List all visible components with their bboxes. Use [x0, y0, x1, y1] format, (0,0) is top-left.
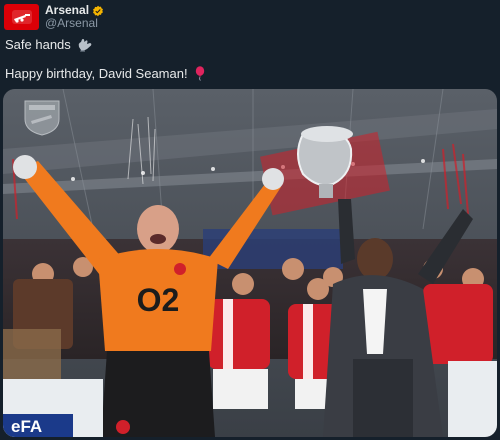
- tweet: Arsenal @Arsenal Safe hands Happy birthd…: [0, 0, 500, 440]
- tweet-text-birthday: Happy birthday, David Seaman!: [5, 66, 188, 81]
- account-names: Arsenal @Arsenal: [45, 4, 104, 30]
- handle[interactable]: @Arsenal: [45, 17, 104, 30]
- tweet-text-line-1: Safe hands: [5, 37, 93, 52]
- celebration-photo: O2 eFA: [3, 89, 497, 437]
- avatar[interactable]: [4, 4, 39, 30]
- balloon-icon: [195, 66, 204, 81]
- tweet-photo[interactable]: O2 eFA: [3, 89, 497, 437]
- tweet-text-line-2: Happy birthday, David Seaman!: [5, 66, 206, 81]
- arsenal-cannon-crest-icon: [11, 10, 32, 24]
- tweet-text-safe-hands: Safe hands: [5, 37, 71, 52]
- tweet-header: Arsenal @Arsenal: [4, 3, 104, 31]
- arsenal-crest-watermark-icon: [24, 100, 60, 136]
- shirt-sponsor-text: O2: [137, 282, 180, 318]
- verified-badge-icon: [93, 5, 103, 16]
- gloves-icon: [78, 38, 92, 51]
- player-shirt: [208, 299, 270, 369]
- board-text: eFA: [11, 417, 42, 436]
